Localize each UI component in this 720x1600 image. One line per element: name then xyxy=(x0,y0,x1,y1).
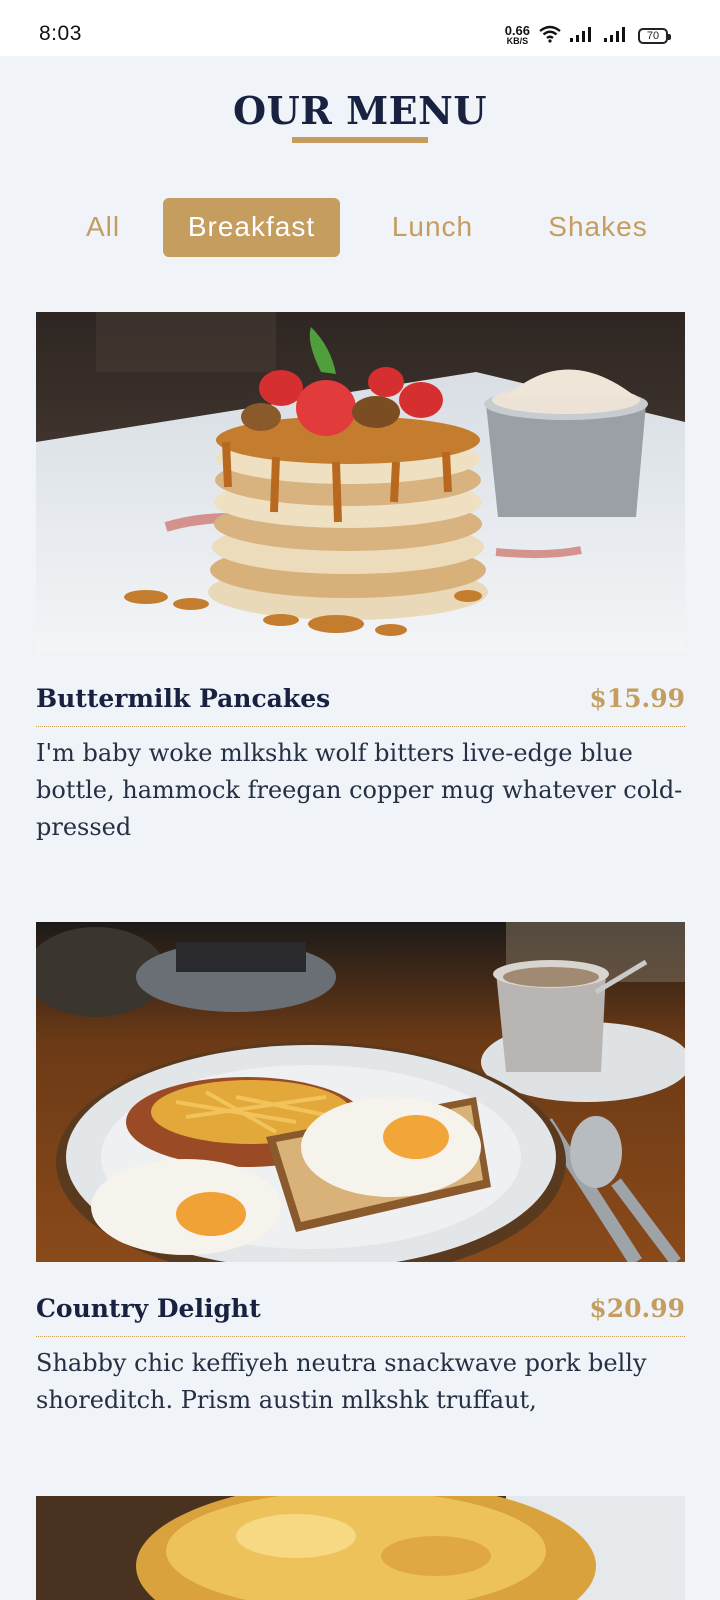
network-speed: 0.66 KB/S xyxy=(504,23,530,46)
menu-item-price: $20.99 xyxy=(589,1294,685,1323)
tab-all[interactable]: All xyxy=(60,198,146,257)
menu-item-name: Buttermilk Pancakes xyxy=(36,684,331,713)
menu-item-name: Country Delight xyxy=(36,1294,261,1323)
status-bar: 8:03 0.66 KB/S 70 xyxy=(0,0,720,56)
menu-item-card: Country Delight $20.99 Shabby chic keffi… xyxy=(36,922,685,1419)
category-tabs: All Breakfast Lunch Shakes xyxy=(0,198,720,258)
menu-item-header: Country Delight $20.99 xyxy=(36,1294,685,1337)
signal-icon xyxy=(570,25,596,48)
network-speed-unit: KB/S xyxy=(506,36,529,46)
menu-item-price: $15.99 xyxy=(589,684,685,713)
menu-item-card xyxy=(36,1496,685,1600)
status-time: 8:03 xyxy=(39,22,82,45)
country-delight-photo xyxy=(36,922,685,1262)
menu-item-description: I'm baby woke mlkshk wolf bitters live-e… xyxy=(36,739,683,841)
pancakes-photo xyxy=(36,312,685,652)
status-icons: 0.66 KB/S 70 xyxy=(504,23,671,48)
tab-shakes[interactable]: Shakes xyxy=(533,198,663,257)
wifi-icon xyxy=(538,25,562,48)
menu-item-header: Buttermilk Pancakes $15.99 xyxy=(36,684,685,727)
biscuit-photo xyxy=(36,1496,685,1600)
tab-breakfast[interactable]: Breakfast xyxy=(163,198,340,257)
menu-item-card: Buttermilk Pancakes $15.99 I'm baby woke… xyxy=(36,312,685,846)
title-underline xyxy=(292,137,428,143)
tab-lunch[interactable]: Lunch xyxy=(375,198,490,257)
menu-item-description: Shabby chic keffiyeh neutra snackwave po… xyxy=(36,1349,647,1414)
network-speed-value: 0.66 xyxy=(504,23,530,38)
signal-icon xyxy=(604,25,630,48)
battery-icon: 70 xyxy=(638,28,671,44)
page-title: OUR MENU xyxy=(233,88,487,133)
